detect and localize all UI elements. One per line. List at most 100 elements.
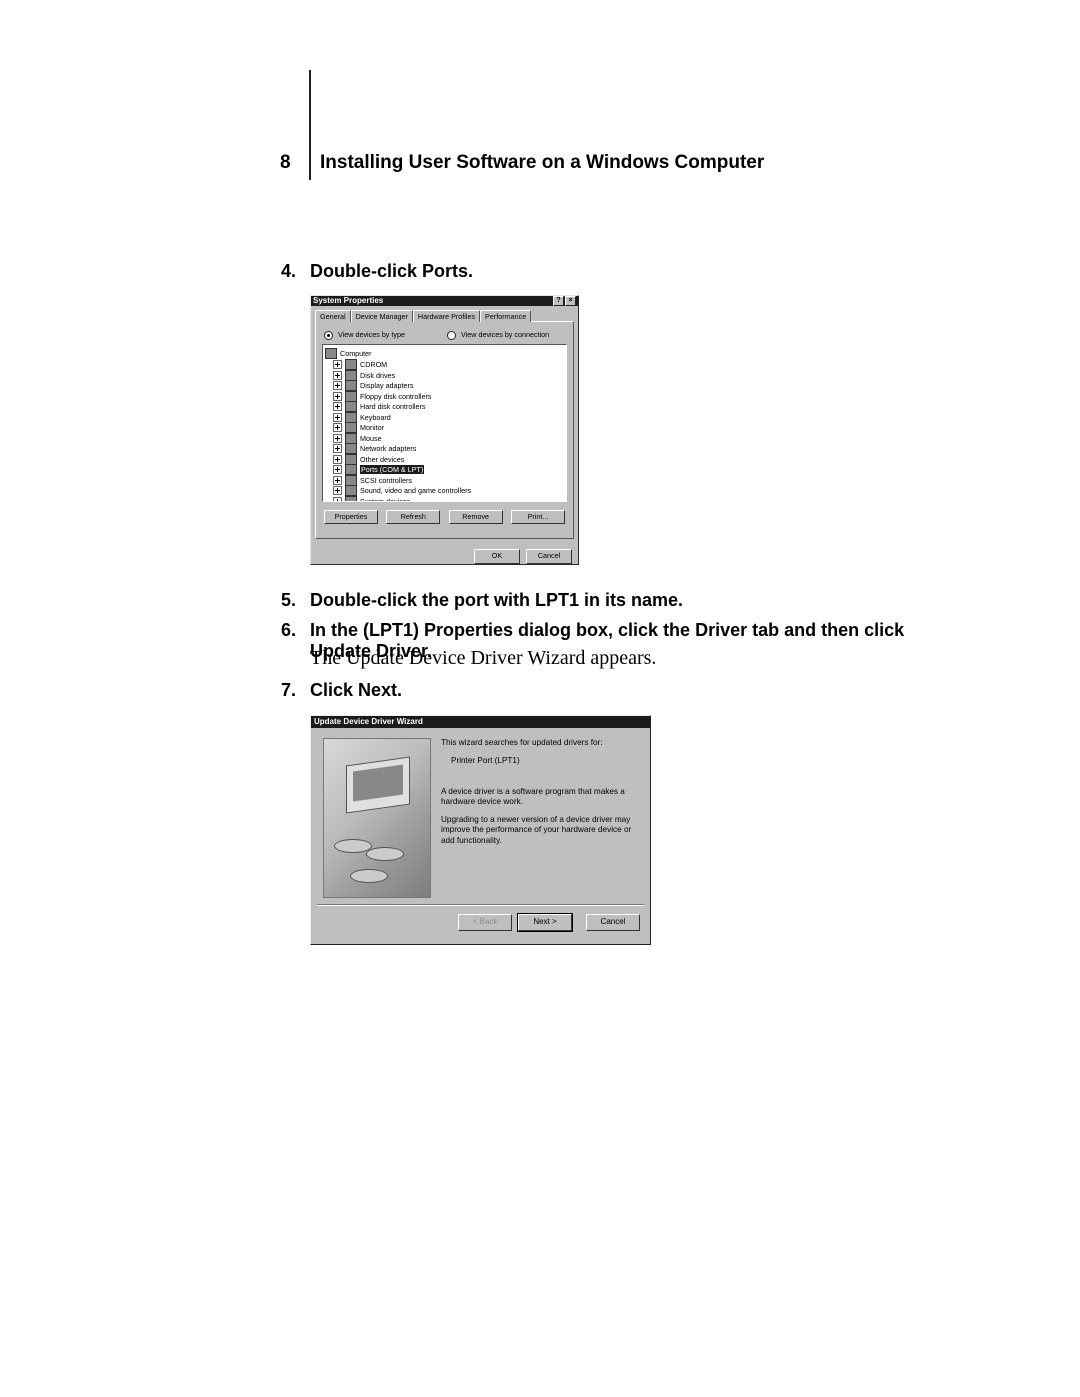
device-icon: [345, 454, 357, 465]
device-icon: [345, 359, 357, 370]
tree-node[interactable]: SCSI controllers: [333, 475, 564, 485]
tree-node[interactable]: Disk drives: [333, 370, 564, 380]
cancel-button[interactable]: Cancel: [526, 549, 572, 564]
radio-view-by-type[interactable]: View devices by type: [324, 330, 405, 340]
tree-node[interactable]: System devices: [333, 496, 564, 502]
tree-node[interactable]: CDROM: [333, 360, 564, 370]
device-tree[interactable]: Computer CDROM Disk drives Display adapt…: [322, 344, 567, 502]
header-divider: [309, 70, 311, 180]
sp-help-button[interactable]: ?: [553, 296, 564, 306]
wz-line2: A device driver is a software program th…: [441, 787, 638, 808]
computer-icon: [325, 348, 337, 359]
tree-root-label: Computer: [340, 349, 372, 358]
device-icon: [345, 401, 357, 412]
tree-root[interactable]: Computer: [325, 348, 564, 359]
radio-by-connection-label: View devices by connection: [461, 330, 549, 339]
expand-icon[interactable]: [333, 455, 342, 464]
tree-label: System devices: [360, 497, 410, 502]
step-6-number: 6.: [272, 620, 296, 641]
radio-view-by-connection[interactable]: View devices by connection: [447, 330, 549, 340]
print-button[interactable]: Print...: [511, 510, 565, 524]
expand-icon[interactable]: [333, 444, 342, 453]
device-icon: [345, 485, 357, 496]
tree-label: CDROM: [360, 360, 387, 369]
step-6-follow-text: The Update Device Driver Wizard appears.: [310, 647, 656, 670]
tree-label: Sound, video and game controllers: [360, 486, 471, 495]
tree-label: Disk drives: [360, 371, 395, 380]
sp-close-button[interactable]: ×: [565, 296, 576, 306]
tree-label: Monitor: [360, 423, 384, 432]
expand-icon[interactable]: [333, 476, 342, 485]
properties-button[interactable]: Properties: [324, 510, 378, 524]
device-icon: [345, 422, 357, 433]
wz-title: Update Device Driver Wizard: [314, 717, 423, 726]
wz-titlebar: Update Device Driver Wizard: [311, 716, 650, 728]
wz-device-name: Printer Port (LPT1): [441, 756, 638, 766]
tree-node[interactable]: Monitor: [333, 423, 564, 433]
expand-icon[interactable]: [333, 402, 342, 411]
tab-general[interactable]: General: [315, 310, 351, 322]
tab-device-manager[interactable]: Device Manager: [351, 310, 413, 322]
device-icon: [345, 433, 357, 444]
tree-label: SCSI controllers: [360, 476, 412, 485]
expand-icon[interactable]: [333, 413, 342, 422]
tree-node[interactable]: Hard disk controllers: [333, 402, 564, 412]
tree-label: Floppy disk controllers: [360, 392, 432, 401]
step-7-number: 7.: [272, 680, 296, 701]
sp-title: System Properties: [313, 296, 383, 306]
expand-icon[interactable]: [333, 381, 342, 390]
tree-label: Keyboard: [360, 413, 391, 422]
device-icon: [345, 412, 357, 423]
expand-icon[interactable]: [333, 465, 342, 474]
tree-label: Network adapters: [360, 444, 416, 453]
tab-hardware-profiles[interactable]: Hardware Profiles: [413, 310, 480, 322]
back-button: < Back: [458, 914, 512, 931]
tree-label: Hard disk controllers: [360, 402, 426, 411]
sp-titlebar: System Properties ? ×: [311, 296, 578, 306]
device-icon: [345, 475, 357, 486]
tree-label: Display adapters: [360, 381, 414, 390]
chapter-title: Installing User Software on a Windows Co…: [320, 152, 764, 174]
device-icon: [345, 380, 357, 391]
tab-performance[interactable]: Performance: [480, 310, 531, 322]
tree-node[interactable]: Keyboard: [333, 412, 564, 422]
device-icon: [345, 391, 357, 402]
expand-icon[interactable]: [333, 434, 342, 443]
radio-dot-icon: [447, 331, 456, 340]
expand-icon[interactable]: [333, 486, 342, 495]
device-icon: [345, 464, 357, 475]
tree-node[interactable]: Display adapters: [333, 381, 564, 391]
tree-node[interactable]: Other devices: [333, 454, 564, 464]
cancel-button[interactable]: Cancel: [586, 914, 640, 931]
tree-label-selected: Ports (COM & LPT): [360, 465, 424, 474]
device-icon: [345, 496, 357, 502]
step-5-number: 5.: [272, 590, 296, 611]
expand-icon[interactable]: [333, 371, 342, 380]
next-button[interactable]: Next >: [518, 914, 572, 931]
tree-node[interactable]: Mouse: [333, 433, 564, 443]
wizard-art-icon: [323, 738, 431, 898]
refresh-button[interactable]: Refresh: [386, 510, 440, 524]
expand-icon[interactable]: [333, 392, 342, 401]
ok-button[interactable]: OK: [474, 549, 520, 564]
tree-node[interactable]: Sound, video and game controllers: [333, 486, 564, 496]
tree-node[interactable]: Floppy disk controllers: [333, 391, 564, 401]
expand-icon[interactable]: [333, 423, 342, 432]
radio-by-type-label: View devices by type: [338, 330, 405, 339]
tree-label: Other devices: [360, 455, 404, 464]
wz-line1: This wizard searches for updated drivers…: [441, 738, 638, 748]
expand-icon[interactable]: [333, 360, 342, 369]
update-driver-wizard-dialog: Update Device Driver Wizard This wizard …: [310, 715, 651, 945]
expand-icon[interactable]: [333, 497, 342, 502]
step-4-text: Double-click Ports.: [310, 261, 473, 282]
wz-line3: Upgrading to a newer version of a device…: [441, 815, 638, 846]
step-5-text: Double-click the port with LPT1 in its n…: [310, 590, 683, 611]
tree-node-ports[interactable]: Ports (COM & LPT): [333, 465, 564, 475]
system-properties-dialog: System Properties ? × General Device Man…: [310, 295, 579, 565]
tree-label: Mouse: [360, 434, 382, 443]
device-icon: [345, 443, 357, 454]
remove-button[interactable]: Remove: [449, 510, 503, 524]
tree-node[interactable]: Network adapters: [333, 444, 564, 454]
sp-tabpanel: View devices by type View devices by con…: [315, 321, 574, 539]
step-4-number: 4.: [272, 261, 296, 282]
